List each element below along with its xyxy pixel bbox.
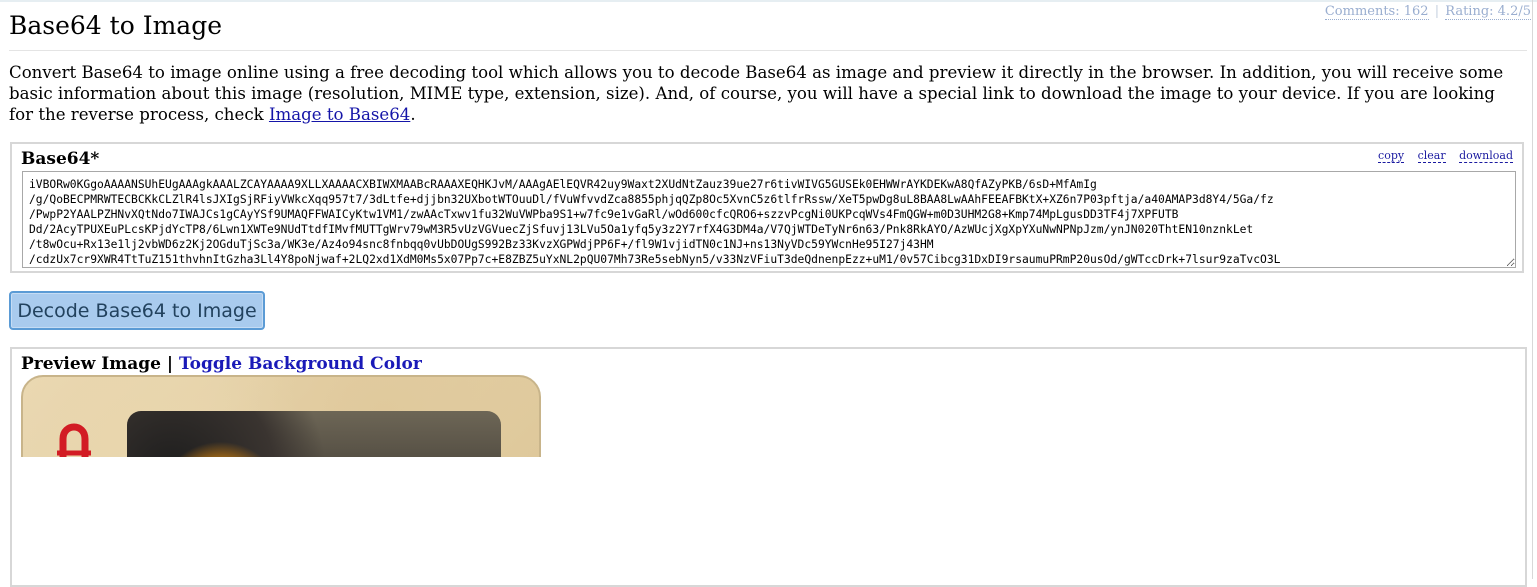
clear-link[interactable]: clear bbox=[1417, 149, 1446, 163]
rating-link[interactable]: Rating: 4.2/5 bbox=[1445, 4, 1531, 20]
intro-end: . bbox=[410, 105, 416, 124]
decoded-image-photo bbox=[127, 411, 501, 457]
preview-image bbox=[21, 375, 543, 457]
intro-paragraph: Convert Base64 to image online using a f… bbox=[9, 62, 1524, 125]
preview-title: Preview Image bbox=[21, 354, 161, 374]
title-divider bbox=[9, 50, 1527, 51]
image-to-base64-link[interactable]: Image to Base64 bbox=[269, 105, 410, 124]
decode-button[interactable]: Decode Base64 to Image bbox=[9, 291, 265, 330]
preview-title-row: Preview Image | Toggle Background Color bbox=[21, 354, 422, 374]
page-title: Base64 to Image bbox=[9, 11, 222, 40]
card-rank-glyph-icon bbox=[57, 423, 91, 457]
download-link[interactable]: download bbox=[1459, 149, 1513, 163]
base64-input-panel: Base64* copy clear download iVBORw0KGgoA… bbox=[10, 142, 1524, 273]
decoded-image-card bbox=[21, 375, 541, 457]
preview-separator: | bbox=[160, 354, 179, 374]
toggle-background-link[interactable]: Toggle Background Color bbox=[179, 354, 422, 374]
preview-panel: Preview Image | Toggle Background Color bbox=[10, 347, 1527, 587]
input-tools: copy clear download bbox=[1368, 149, 1513, 163]
copy-link[interactable]: copy bbox=[1378, 149, 1405, 163]
page-meta: Comments: 162 | Rating: 4.2/5 bbox=[1324, 4, 1531, 20]
meta-separator: | bbox=[1434, 4, 1440, 19]
base64-textarea[interactable]: iVBORw0KGgoAAAANSUhEUgAAAgkAAALZCAYAAAA9… bbox=[22, 171, 1516, 268]
top-border bbox=[0, 0, 1537, 2]
comments-link[interactable]: Comments: 162 bbox=[1324, 4, 1429, 20]
base64-label: Base64* bbox=[21, 149, 100, 169]
intro-text: Convert Base64 to image online using a f… bbox=[9, 63, 1504, 124]
right-border bbox=[1532, 0, 1533, 579]
